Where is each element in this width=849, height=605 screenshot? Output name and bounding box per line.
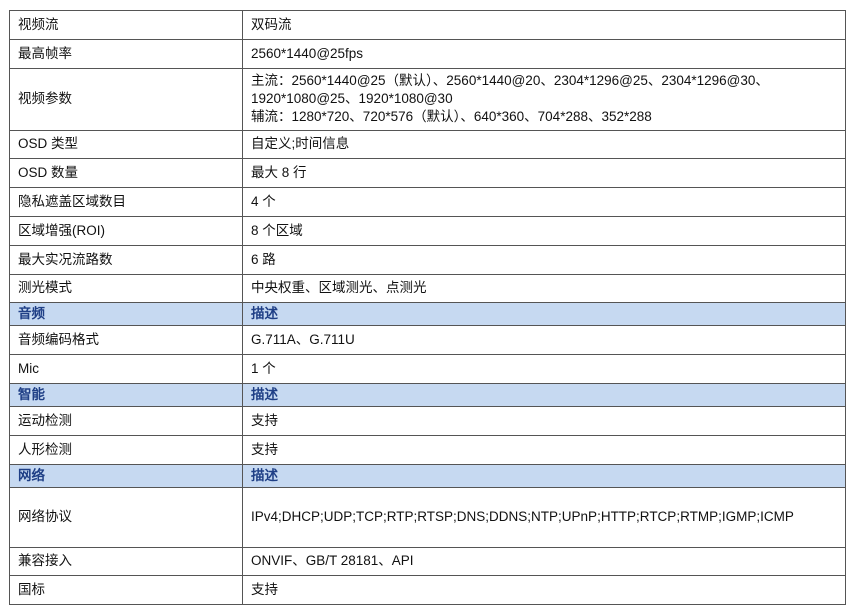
spec-value: 支持 <box>242 434 846 465</box>
spec-label: 隐私遮盖区域数目 <box>9 187 243 217</box>
spec-label: 智能 <box>9 382 243 407</box>
table-row: 网络协议 IPv4;DHCP;UDP;TCP;RTP;RTSP;DNS;DDNS;… <box>9 486 846 548</box>
table-row: OSD 类型 自定义;时间信息 <box>9 129 846 160</box>
spec-label: 运动检测 <box>9 405 243 436</box>
spec-label: 视频参数 <box>9 67 243 131</box>
spec-label: 最大实况流路数 <box>9 244 243 275</box>
spec-value: 最大 8 行 <box>242 158 846 189</box>
spec-value: 描述 <box>242 302 846 327</box>
spec-label: 音频编码格式 <box>9 325 243 356</box>
spec-label: OSD 类型 <box>9 129 243 160</box>
section-header-row: 智能 描述 <box>9 382 846 407</box>
table-row: 测光模式 中央权重、区域测光、点测光 <box>9 273 846 304</box>
spec-value: G.711A、G.711U <box>242 325 846 356</box>
spec-label: 国标 <box>9 575 243 605</box>
table-row: Mic 1 个 <box>9 354 846 384</box>
spec-label: 网络 <box>9 463 243 488</box>
table-row: 人形检测 支持 <box>9 434 846 465</box>
spec-label: 视频流 <box>9 10 243 40</box>
spec-value: 8 个区域 <box>242 215 846 246</box>
spec-value: 双码流 <box>242 10 846 40</box>
table-row: 区域增强(ROI) 8 个区域 <box>9 215 846 246</box>
spec-label: 区域增强(ROI) <box>9 215 243 246</box>
spec-table: 视频流 双码流 最高帧率 2560*1440@25fps 视频参数 主流：2560*144… <box>9 10 846 605</box>
spec-label: 人形检测 <box>9 434 243 465</box>
table-row: OSD 数量 最大 8 行 <box>9 158 846 189</box>
table-row: 最高帧率 2560*1440@25fps <box>9 38 846 69</box>
spec-value: 描述 <box>242 382 846 407</box>
spec-value: 2560*1440@25fps <box>242 38 846 69</box>
spec-value-multiline: 主流：2560*1440@25（默认）、2560*1440@20、2304*12… <box>242 67 846 131</box>
spec-value-line: 辅流：1280*720、720*576（默认）、640*360、704*288、… <box>251 109 652 125</box>
spec-value: ONVIF、GB/T 28181、API <box>242 546 846 577</box>
section-header-row: 网络 描述 <box>9 463 846 488</box>
table-row: 隐私遮盖区域数目 4 个 <box>9 187 846 217</box>
spec-label: OSD 数量 <box>9 158 243 189</box>
spec-value: 描述 <box>242 463 846 488</box>
spec-value: 支持 <box>242 575 846 605</box>
table-row: 音频编码格式 G.711A、G.711U <box>9 325 846 356</box>
spec-label: 最高帧率 <box>9 38 243 69</box>
spec-value: IPv4;DHCP;UDP;TCP;RTP;RTSP;DNS;DDNS;NTP;… <box>242 486 846 548</box>
spec-label: Mic <box>9 354 243 384</box>
spec-value: 中央权重、区域测光、点测光 <box>242 273 846 304</box>
spec-table-body: 视频流 双码流 最高帧率 2560*1440@25fps 视频参数 主流：2560*144… <box>9 10 846 605</box>
spec-value: 6 路 <box>242 244 846 275</box>
spec-value: 4 个 <box>242 187 846 217</box>
section-header-row: 音频 描述 <box>9 302 846 327</box>
spec-value-line: 1920*1080@25、1920*1080@30 <box>251 91 453 107</box>
table-row: 兼容接入 ONVIF、GB/T 28181、API <box>9 546 846 577</box>
spec-label: 网络协议 <box>9 486 243 548</box>
table-row: 视频流 双码流 <box>9 10 846 40</box>
table-row: 视频参数 主流：2560*1440@25（默认）、2560*1440@20、230… <box>9 67 846 131</box>
spec-value: 1 个 <box>242 354 846 384</box>
spec-label: 音频 <box>9 302 243 327</box>
spec-value-line: 主流：2560*1440@25（默认）、2560*1440@20、2304*12… <box>251 73 769 89</box>
table-row: 国标 支持 <box>9 575 846 605</box>
table-row: 运动检测 支持 <box>9 405 846 436</box>
spec-label: 测光模式 <box>9 273 243 304</box>
spec-value: 支持 <box>242 405 846 436</box>
table-row: 最大实况流路数 6 路 <box>9 244 846 275</box>
spec-value: 自定义;时间信息 <box>242 129 846 160</box>
spec-label: 兼容接入 <box>9 546 243 577</box>
